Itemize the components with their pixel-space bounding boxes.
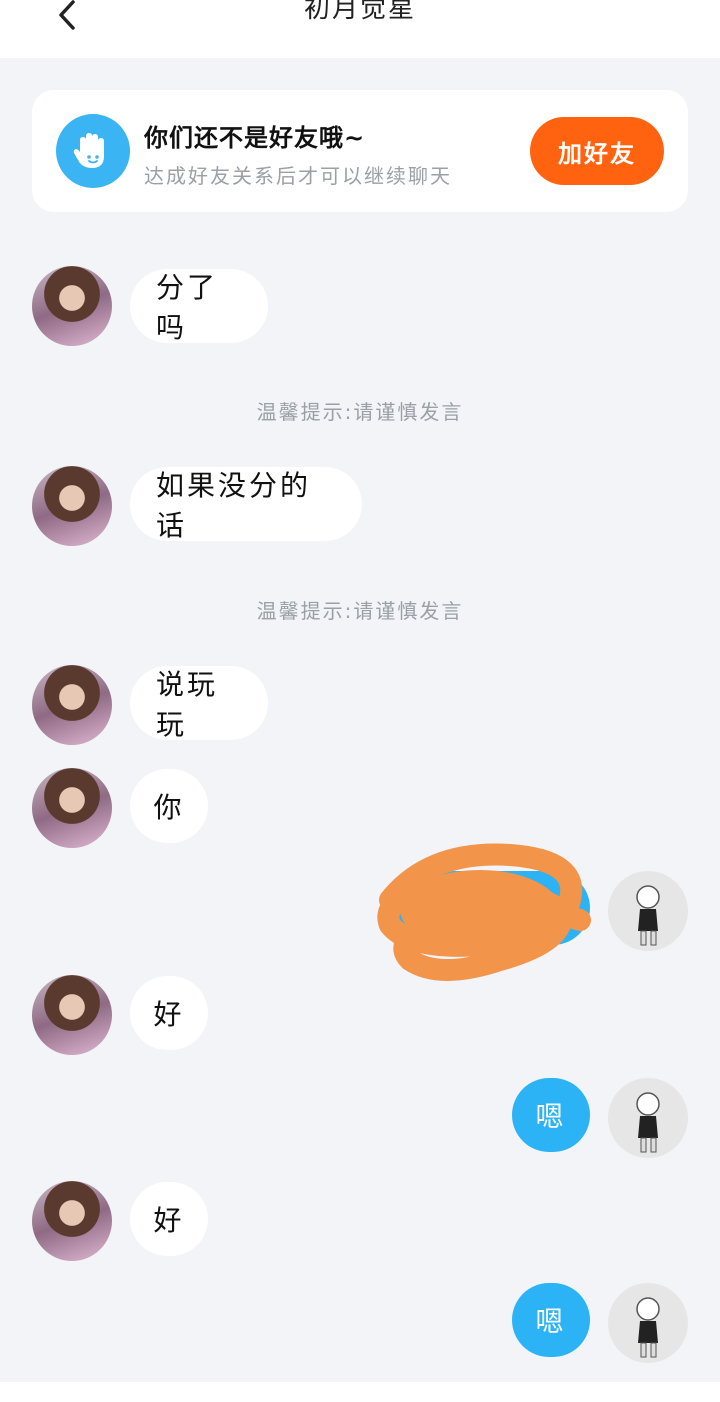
wave-hand-icon xyxy=(56,114,130,188)
message-bubble[interactable]: 分了吗 xyxy=(130,269,268,344)
top-bar: 初月觉星 xyxy=(0,0,720,58)
message-bubble[interactable]: 如果没分的话 xyxy=(130,467,362,542)
redaction-scribble xyxy=(377,843,591,981)
avatar[interactable] xyxy=(608,1283,688,1363)
banner-title: 你们还不是好友哦~ xyxy=(144,124,366,152)
system-tip: 温馨提示:请谨慎发言 xyxy=(256,599,464,623)
avatar[interactable] xyxy=(32,266,112,346)
avatar[interactable] xyxy=(32,768,112,848)
add-friend-banner: 你们还不是好友哦~ 达成好友关系后才可以继续聊天 加好友 xyxy=(32,90,688,212)
avatar[interactable] xyxy=(32,665,112,745)
banner-subtitle: 达成好友关系后才可以继续聊天 xyxy=(144,164,452,188)
message-bubble[interactable]: 好 xyxy=(130,1182,208,1256)
avatar[interactable] xyxy=(608,1078,688,1158)
message-bubble[interactable]: 说玩玩 xyxy=(130,666,268,741)
message-bubble[interactable]: 你 xyxy=(130,769,208,843)
message-bubble[interactable]: 嗯 xyxy=(512,1078,590,1152)
add-friend-button[interactable]: 加好友 xyxy=(530,117,664,185)
message-bubble[interactable]: 嗯 xyxy=(512,1283,590,1357)
avatar[interactable] xyxy=(608,871,688,951)
message-bubble[interactable]: 好 xyxy=(130,976,208,1050)
system-tip: 温馨提示:请谨慎发言 xyxy=(256,400,464,424)
avatar[interactable] xyxy=(32,1181,112,1261)
avatar[interactable] xyxy=(32,975,112,1055)
avatar[interactable] xyxy=(32,466,112,546)
page-title: 初月觉星 xyxy=(303,0,416,24)
input-bar-edge xyxy=(0,1382,720,1402)
